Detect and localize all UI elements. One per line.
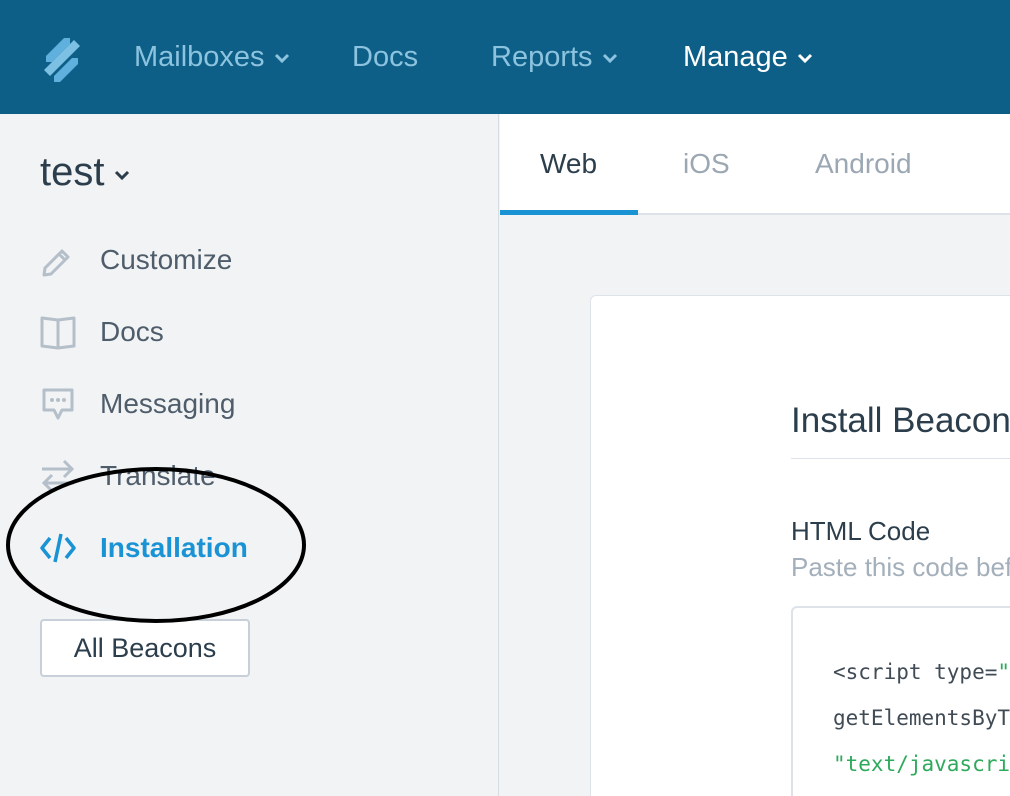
chevron-down-icon — [602, 53, 617, 63]
code-string: "text/javascript" — [833, 752, 1010, 776]
book-icon — [40, 314, 76, 350]
code-line: "text/javascript" — [833, 752, 1010, 776]
beacon-name: test — [40, 150, 105, 194]
code-snippet-box[interactable]: <script type="text/javascript" getElemen… — [791, 606, 1010, 796]
code-icon — [40, 530, 76, 566]
html-code-label: HTML Code — [791, 516, 931, 546]
beacon-selector[interactable]: test — [40, 150, 130, 195]
html-code-description: Paste this code before — [791, 552, 1010, 582]
chevron-down-icon — [797, 53, 812, 63]
nav-reports-label: Reports — [491, 41, 593, 73]
code-plain: getElementsByTagName — [833, 706, 1010, 730]
tab-android[interactable]: Android — [815, 148, 912, 180]
nav-mailboxes[interactable]: Mailboxes — [134, 41, 291, 74]
divider — [791, 458, 1010, 459]
nav-manage-label: Manage — [683, 41, 788, 73]
tab-web[interactable]: Web — [540, 148, 597, 180]
chat-bubble-icon — [40, 386, 76, 422]
sidebar-item-label: Customize — [100, 244, 233, 275]
card-title: Install Beacon — [791, 401, 1010, 440]
pencil-icon — [40, 242, 76, 278]
code-line: getElementsByTagName — [833, 706, 1010, 730]
sidebar-item-label: Translate — [100, 460, 216, 491]
arrows-swap-icon — [40, 458, 76, 494]
install-card: Install Beacon HTML Code Paste this code… — [590, 295, 1010, 796]
all-beacons-button[interactable]: All Beacons — [40, 619, 250, 677]
code-string: "text/javascript" — [997, 660, 1010, 684]
sidebar-item-customize[interactable]: Customize — [40, 242, 232, 278]
chevron-down-icon — [115, 170, 130, 180]
platform-tabs: Web iOS Android — [500, 114, 1010, 215]
sidebar-item-translate[interactable]: Translate — [40, 458, 216, 494]
main-content: Web iOS Android Install Beacon HTML Code… — [500, 114, 1010, 796]
nav-reports[interactable]: Reports — [491, 41, 619, 74]
sidebar-item-label: Installation — [100, 532, 248, 563]
top-navbar: Mailboxes Docs Reports Manage — [0, 0, 1010, 114]
nav-docs-label: Docs — [352, 41, 419, 73]
nav-manage[interactable]: Manage — [683, 41, 814, 74]
code-plain: <script type= — [833, 660, 998, 684]
nav-docs[interactable]: Docs — [352, 41, 418, 74]
tab-ios[interactable]: iOS — [683, 148, 730, 180]
chevron-down-icon — [274, 53, 289, 63]
sidebar — [0, 114, 499, 796]
active-tab-indicator — [500, 210, 638, 215]
nav-mailboxes-label: Mailboxes — [134, 41, 265, 73]
code-line: <script type="text/javascript" — [833, 660, 1010, 684]
sidebar-item-messaging[interactable]: Messaging — [40, 386, 235, 422]
sidebar-item-label: Messaging — [100, 388, 236, 419]
sidebar-item-label: Docs — [100, 316, 164, 347]
sidebar-item-installation[interactable]: Installation — [40, 530, 248, 566]
sidebar-item-docs[interactable]: Docs — [40, 314, 164, 350]
helpscout-logo-icon[interactable] — [40, 36, 84, 82]
